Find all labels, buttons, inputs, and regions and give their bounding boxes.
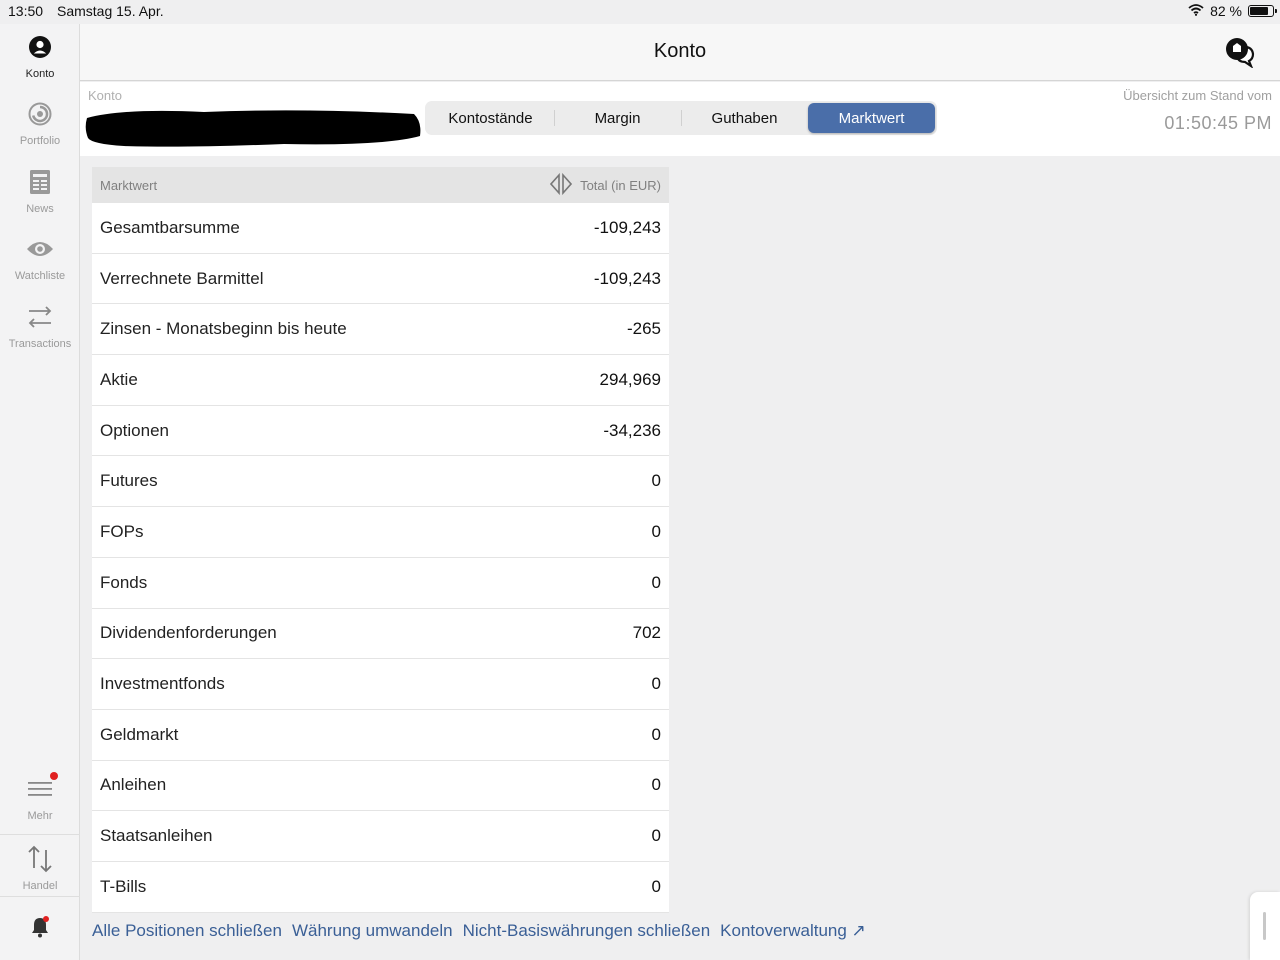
sidebar-item-label: Watchliste <box>14 270 66 282</box>
bell-icon <box>25 912 55 942</box>
row-value: -34,236 <box>603 420 661 440</box>
sidebar: Konto Portfolio News Watchliste Transact… <box>0 24 80 960</box>
sidebar-item-transactions[interactable]: Transactions <box>0 302 80 350</box>
account-actions: Alle Positionen schließen Währung umwand… <box>92 921 866 941</box>
table-row: Futures 0 <box>92 456 669 508</box>
page-title: Konto <box>653 40 707 62</box>
row-value: -109,243 <box>593 217 661 237</box>
transactions-icon <box>25 302 55 332</box>
table-row: Gesamtbarsumme -109,243 <box>92 203 669 254</box>
row-label: Anleihen <box>100 775 167 795</box>
status-bar: 13:50 Samstag 15. Apr. 82 % <box>0 0 1280 24</box>
row-value: 0 <box>651 724 661 744</box>
tab-marktwert[interactable]: Marktwert <box>808 103 935 133</box>
table-row: Zinsen - Monatsbeginn bis heute -265 <box>92 304 669 356</box>
overview-label: Übersicht zum Stand vom <box>1123 88 1272 103</box>
table-header: Marktwert Total (in EUR) <box>92 167 669 203</box>
convert-currency-link[interactable]: Währung umwandeln <box>292 921 453 941</box>
wifi-icon <box>1188 3 1204 19</box>
table-row: Staatsanleihen 0 <box>92 811 669 862</box>
row-label: Gesamtbarsumme <box>100 217 240 237</box>
table-row: Aktie 294,969 <box>92 355 669 406</box>
notification-dot <box>50 772 58 780</box>
row-label: Optionen <box>100 420 169 440</box>
sidebar-item-label: Konto <box>25 68 55 80</box>
account-management-link[interactable]: Kontoverwaltung ↗ <box>720 921 866 941</box>
table-row: Geldmarkt 0 <box>92 709 669 761</box>
status-date: Samstag 15. Apr. <box>57 3 164 19</box>
row-label: Zinsen - Monatsbeginn bis heute <box>100 319 347 339</box>
overview-timestamp: 01:50:45 PM <box>1164 113 1272 133</box>
sidebar-item-news[interactable]: News <box>0 167 80 215</box>
table-row: Anleihen 0 <box>92 760 669 812</box>
row-label: FOPs <box>100 521 144 541</box>
row-value: 0 <box>651 521 661 541</box>
battery-percent: 82 % <box>1210 3 1242 19</box>
row-value: 0 <box>651 775 661 795</box>
table-row: FOPs 0 <box>92 507 669 558</box>
row-value: 0 <box>651 572 661 592</box>
top-bar: Konto <box>80 24 1280 81</box>
table-row: Investmentfonds 0 <box>92 659 669 710</box>
row-label: T-Bills <box>100 876 147 896</box>
row-value: 702 <box>632 623 661 643</box>
sidebar-item-label: News <box>26 203 54 215</box>
battery-icon <box>1248 5 1277 17</box>
row-value: 0 <box>651 876 661 896</box>
tab-guthaben[interactable]: Guthaben <box>681 103 808 133</box>
divider <box>0 834 80 835</box>
account-tabs: Kontostände Margin Guthaben Marktwert <box>425 101 937 135</box>
row-label: Geldmarkt <box>100 724 179 744</box>
redacted-account-name <box>85 110 421 147</box>
news-icon <box>25 167 55 197</box>
table-row: Fonds 0 <box>92 557 669 609</box>
sidebar-item-portfolio[interactable]: Portfolio <box>0 99 80 147</box>
expand-collapse-icon[interactable] <box>550 172 573 198</box>
chat-icon <box>1226 38 1255 69</box>
sidebar-item-label: Portfolio <box>19 135 61 147</box>
side-panel-handle[interactable] <box>1250 892 1280 960</box>
row-value: -265 <box>626 319 661 339</box>
row-value: 294,969 <box>599 369 661 389</box>
eye-icon <box>25 234 55 264</box>
sidebar-item-watchliste[interactable]: Watchliste <box>0 234 80 282</box>
tab-kontostaende[interactable]: Kontostände <box>427 103 554 133</box>
table-row: Verrechnete Barmittel -109,243 <box>92 253 669 305</box>
close-non-base-currencies-link[interactable]: Nicht-Basiswährungen schließen <box>463 921 711 941</box>
account-icon <box>25 32 55 62</box>
row-label: Fonds <box>100 572 148 592</box>
table-row: Dividendenforderungen 702 <box>92 608 669 660</box>
table-row: T-Bills 0 <box>92 861 669 913</box>
sidebar-item-label: Mehr <box>27 810 53 822</box>
sidebar-item-handel[interactable]: Handel <box>0 844 80 892</box>
row-label: Dividendenforderungen <box>100 623 277 643</box>
row-value: 0 <box>651 674 661 694</box>
row-value: -109,243 <box>593 268 661 288</box>
portfolio-icon <box>25 99 55 129</box>
sidebar-item-label: Transactions <box>8 338 72 350</box>
row-label: Staatsanleihen <box>100 826 213 846</box>
chat-button[interactable] <box>1224 36 1256 69</box>
sidebar-item-konto[interactable]: Konto <box>0 32 80 80</box>
market-value-table: Marktwert Total (in EUR) Gesamtbarsumme -… <box>92 167 669 913</box>
tab-margin[interactable]: Margin <box>554 103 681 133</box>
row-value: 0 <box>651 471 661 491</box>
sidebar-item-label: Handel <box>22 880 58 892</box>
divider <box>0 896 80 897</box>
column-header-marktwert: Marktwert <box>100 177 158 193</box>
account-bar: Konto Kontostände Margin Guthaben Marktw… <box>80 82 1280 156</box>
trade-arrows-icon <box>25 844 55 874</box>
table-row: Optionen -34,236 <box>92 405 669 457</box>
row-label: Verrechnete Barmittel <box>100 268 264 288</box>
notifications-button[interactable] <box>0 912 80 948</box>
row-value: 0 <box>651 826 661 846</box>
sidebar-item-mehr[interactable]: Mehr <box>0 774 80 822</box>
table-body: Gesamtbarsumme -109,243 Verrechnete Barmit… <box>92 203 669 913</box>
status-time: 13:50 <box>8 3 44 19</box>
column-header-total: Total (in EUR) <box>580 177 661 193</box>
row-label: Futures <box>100 471 158 491</box>
row-label: Aktie <box>100 369 138 389</box>
row-label: Investmentfonds <box>100 674 225 694</box>
close-all-positions-link[interactable]: Alle Positionen schließen <box>92 921 282 941</box>
